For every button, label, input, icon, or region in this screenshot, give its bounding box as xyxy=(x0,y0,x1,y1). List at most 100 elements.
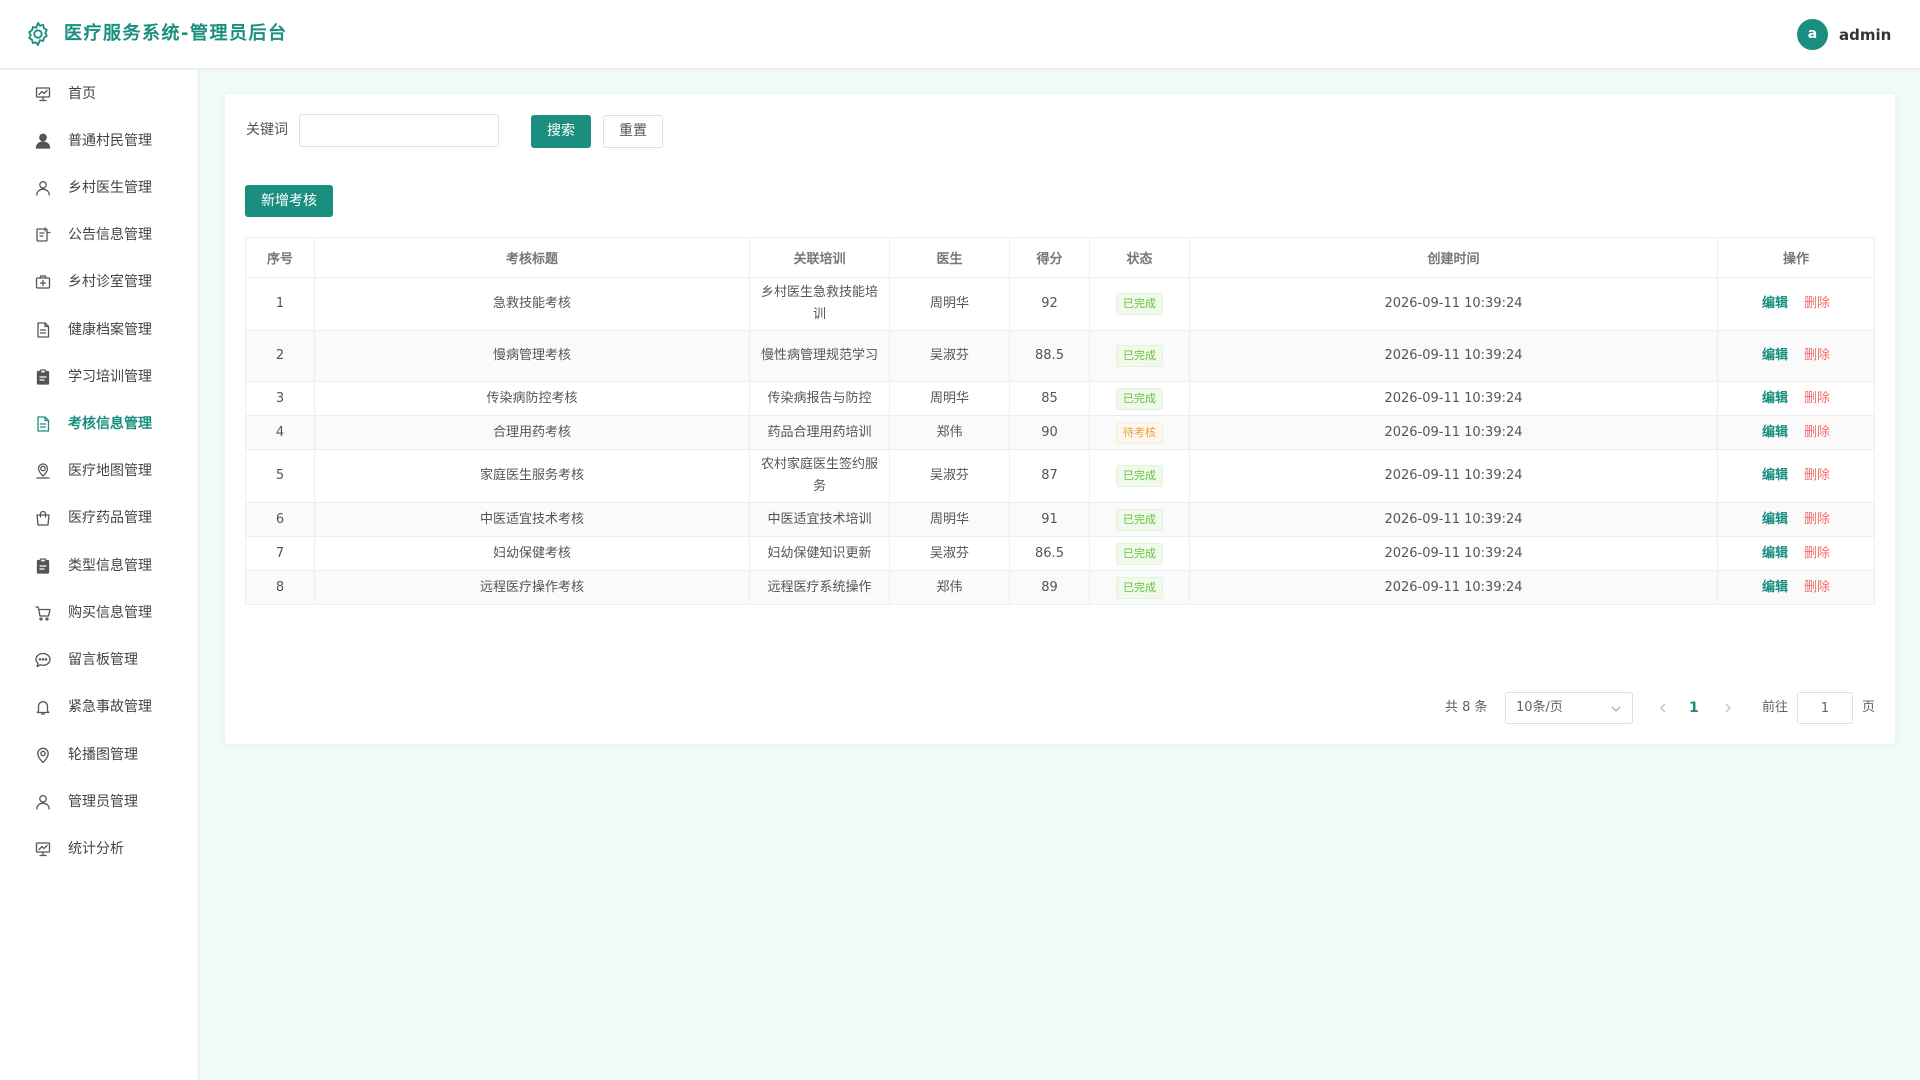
sidebar-item-label: 乡村诊室管理 xyxy=(68,274,152,290)
sidebar-item-14[interactable]: 紧急事故管理 xyxy=(0,685,199,729)
sidebar-item-label: 乡村医生管理 xyxy=(68,180,152,196)
page-number-current[interactable]: 1 xyxy=(1689,698,1699,718)
cell-training: 乡村医生急救技能培训 xyxy=(749,277,890,331)
edit-button[interactable]: 编辑 xyxy=(1762,468,1788,483)
edit-button[interactable]: 编辑 xyxy=(1762,296,1788,311)
delete-button[interactable]: 删除 xyxy=(1804,391,1830,406)
app-title: 医疗服务系统-管理员后台 xyxy=(64,23,288,44)
avatar[interactable]: a xyxy=(1797,19,1828,50)
top-header: 医疗服务系统-管理员后台 a admin xyxy=(0,0,1920,69)
edit-button[interactable]: 编辑 xyxy=(1762,512,1788,527)
sidebar-item-8[interactable]: 考核信息管理 xyxy=(0,402,199,446)
sidebar-item-11[interactable]: 类型信息管理 xyxy=(0,544,199,588)
goto-page-input[interactable] xyxy=(1797,692,1853,724)
reset-button[interactable]: 重置 xyxy=(603,115,663,148)
cell-training: 传染病报告与防控 xyxy=(749,381,890,416)
cell-score: 86.5 xyxy=(1009,536,1090,571)
sidebar-item-5[interactable]: 乡村诊室管理 xyxy=(0,260,199,304)
prev-page-icon[interactable] xyxy=(1656,700,1670,716)
cell-score: 91 xyxy=(1009,502,1090,537)
chat-dot-icon xyxy=(35,652,51,668)
cell-actions: 编辑 删除 xyxy=(1717,449,1875,503)
column-header: 操作 xyxy=(1717,237,1875,278)
document-icon xyxy=(37,322,50,338)
pagination-total: 共 8 条 xyxy=(1445,700,1488,715)
sidebar-item-label: 紧急事故管理 xyxy=(68,699,152,715)
sidebar-item-label: 类型信息管理 xyxy=(68,558,152,574)
status-badge: 已完成 xyxy=(1116,345,1163,367)
cell-no: 3 xyxy=(245,381,315,416)
sidebar-item-17[interactable]: 统计分析 xyxy=(0,827,199,871)
cell-training: 妇幼保健知识更新 xyxy=(749,536,890,571)
sidebar-item-9[interactable]: 医疗地图管理 xyxy=(0,449,199,493)
status-badge: 待考核 xyxy=(1116,421,1163,444)
status-badge: 已完成 xyxy=(1116,387,1163,410)
sidebar-item-16[interactable]: 管理员管理 xyxy=(0,780,199,824)
cell-no: 1 xyxy=(245,277,315,331)
cell-actions: 编辑 删除 xyxy=(1717,381,1875,416)
sidebar-item-12[interactable]: 购买信息管理 xyxy=(0,591,199,635)
sidebar-item-label: 统计分析 xyxy=(68,841,124,857)
cell-title: 远程医疗操作考核 xyxy=(314,570,750,605)
page-size-select[interactable]: 10条/页 xyxy=(1505,692,1633,724)
keyword-label: 关键词 xyxy=(246,122,288,138)
sidebar-item-3[interactable]: 乡村医生管理 xyxy=(0,166,199,210)
cell-doctor: 周明华 xyxy=(889,381,1010,416)
cell-created: 2026-09-11 10:39:24 xyxy=(1189,502,1718,537)
table-row: 4 合理用药考核 药品合理用药培训 郑伟 90 待考核 2026-09-11 10:39:2… xyxy=(245,415,1875,450)
sidebar-item-label: 学习培训管理 xyxy=(68,369,152,385)
assessment-table: 序号 考核标题 关联培训 医生 得分 状态 创建时间 操作 1 急救技能考核 乡村医生急救技能培训… xyxy=(245,237,1875,605)
add-assessment-button[interactable]: 新增考核 xyxy=(245,185,333,217)
sidebar-item-2[interactable]: 普通村民管理 xyxy=(0,119,199,163)
sidebar-item-10[interactable]: 医疗药品管理 xyxy=(0,496,199,540)
next-page-icon[interactable] xyxy=(1721,700,1735,716)
cell-status: 已完成 xyxy=(1089,502,1190,537)
document-icon xyxy=(37,416,50,432)
cell-title: 慢病管理考核 xyxy=(314,330,750,382)
delete-button[interactable]: 删除 xyxy=(1804,468,1830,483)
delete-button[interactable]: 删除 xyxy=(1804,580,1830,595)
table-row: 8 远程医疗操作考核 远程医疗系统操作 郑伟 89 已完成 2026-09-11 10:39… xyxy=(245,570,1875,605)
cell-actions: 编辑 删除 xyxy=(1717,536,1875,571)
cell-status: 已完成 xyxy=(1089,570,1190,605)
edit-button[interactable]: 编辑 xyxy=(1762,348,1788,363)
map-location-icon xyxy=(36,463,50,479)
sidebar-item-label: 首页 xyxy=(68,86,96,102)
sidebar-item-7[interactable]: 学习培训管理 xyxy=(0,355,199,399)
cell-actions: 编辑 删除 xyxy=(1717,415,1875,450)
sidebar-item-13[interactable]: 留言板管理 xyxy=(0,638,199,682)
edit-button[interactable]: 编辑 xyxy=(1762,391,1788,406)
keyword-input[interactable] xyxy=(299,114,499,147)
delete-button[interactable]: 删除 xyxy=(1804,546,1830,561)
column-header: 创建时间 xyxy=(1189,237,1718,278)
sidebar-item-4[interactable]: 公告信息管理 xyxy=(0,213,199,257)
delete-button[interactable]: 删除 xyxy=(1804,425,1830,440)
edit-button[interactable]: 编辑 xyxy=(1762,580,1788,595)
cell-training: 中医适宜技术培训 xyxy=(749,502,890,537)
sidebar-item-label: 健康档案管理 xyxy=(68,322,152,338)
cell-doctor: 吴淑芬 xyxy=(889,330,1010,382)
sidebar-item-1[interactable]: 首页 xyxy=(0,72,199,116)
cell-title: 传染病防控考核 xyxy=(314,381,750,416)
status-badge: 已完成 xyxy=(1116,576,1163,599)
chart-board-icon xyxy=(35,842,51,857)
cell-no: 7 xyxy=(245,536,315,571)
user-filled-icon xyxy=(35,133,51,149)
clipboard-icon xyxy=(36,369,50,385)
cell-score: 92 xyxy=(1009,277,1090,331)
delete-button[interactable]: 删除 xyxy=(1804,512,1830,527)
cell-title: 妇幼保健考核 xyxy=(314,536,750,571)
username[interactable]: admin xyxy=(1839,24,1891,46)
sidebar-item-15[interactable]: 轮播图管理 xyxy=(0,733,199,777)
search-button[interactable]: 搜索 xyxy=(531,115,591,148)
edit-button[interactable]: 编辑 xyxy=(1762,546,1788,561)
cell-training: 远程医疗系统操作 xyxy=(749,570,890,605)
shopping-bag-icon xyxy=(36,510,50,526)
sidebar-item-6[interactable]: 健康档案管理 xyxy=(0,308,199,352)
cell-title: 中医适宜技术考核 xyxy=(314,502,750,537)
clipboard-icon xyxy=(36,558,50,574)
delete-button[interactable]: 删除 xyxy=(1804,348,1830,363)
edit-button[interactable]: 编辑 xyxy=(1762,425,1788,440)
delete-button[interactable]: 删除 xyxy=(1804,296,1830,311)
table-header-row: 序号 考核标题 关联培训 医生 得分 状态 创建时间 操作 xyxy=(245,237,1875,278)
